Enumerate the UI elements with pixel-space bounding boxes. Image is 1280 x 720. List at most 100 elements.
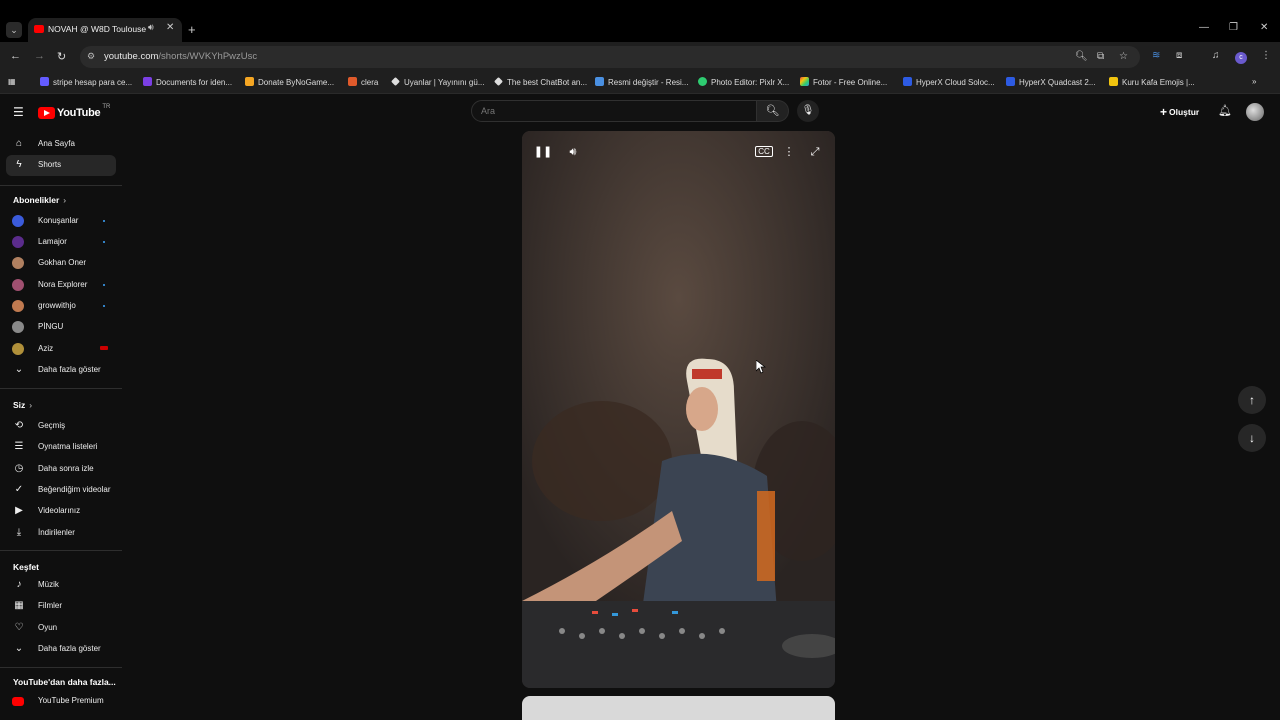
url-text[interactable]: youtube.com/shorts/WVKYhPwzUsc	[104, 51, 257, 62]
more-options-button[interactable]: ⋮	[776, 143, 802, 161]
sidebar-item-label: İndirilenler	[38, 528, 75, 537]
menu-icon[interactable]: ☰	[13, 105, 24, 119]
you-heading[interactable]: Siz ›	[13, 400, 32, 410]
voice-search-button[interactable]: 🎙︎	[797, 100, 819, 122]
sidebar-item-watch-later[interactable]: ◷ Daha sonra izle	[6, 459, 116, 480]
bookmark-favicon-icon	[1006, 77, 1015, 86]
gaming-icon: ♡	[14, 622, 24, 633]
explore-title: Keşfet	[13, 562, 39, 572]
speaker-icon[interactable]: 🔊︎	[148, 22, 154, 33]
bookmark-favicon-icon	[595, 77, 604, 86]
home-icon: ⌂	[15, 138, 23, 149]
bookmark-item[interactable]: Donate ByNoGame...	[245, 77, 334, 87]
mouse-cursor-icon	[756, 360, 766, 374]
bookmark-item[interactable]: HyperX Cloud Soloc...	[903, 77, 995, 87]
tab-search-icon[interactable]: ⌄	[6, 22, 22, 38]
account-avatar[interactable]	[1246, 103, 1264, 121]
sidebar-item-downloads[interactable]: ⤓ İndirilenler	[6, 523, 116, 544]
sidebar-item-subscription[interactable]: growwithjo	[6, 296, 116, 317]
show-more-subscriptions[interactable]: ⌄ Daha fazla göster	[6, 360, 116, 381]
minimize-icon[interactable]: —	[1199, 22, 1209, 33]
bookmark-item[interactable]: stripe hesap para ce...	[40, 77, 132, 87]
show-more-explore[interactable]: ⌄ Daha fazla göster	[6, 639, 116, 660]
bookmark-favicon-icon	[143, 77, 152, 86]
sidebar-item-subscription[interactable]: Nora Explorer	[6, 275, 116, 296]
sidebar: ⌂ Ana Sayfa ϟ Shorts Abonelikler › Konuşa…	[0, 130, 122, 720]
pause-button[interactable]: ❚❚	[530, 143, 556, 161]
bookmark-item[interactable]: HyperX Quadcast 2...	[1006, 77, 1095, 87]
show-more-label: Daha fazla göster	[38, 365, 101, 374]
bookmark-item[interactable]: Documents for iden...	[143, 77, 232, 87]
reload-icon[interactable]: ↻	[57, 50, 66, 63]
forward-icon[interactable]: →	[34, 50, 45, 62]
zoom-icon[interactable]: 🔍︎	[1075, 51, 1088, 62]
search-icon: 🔍︎	[765, 105, 780, 117]
youtube-logo[interactable]: YouTube TR	[38, 104, 110, 119]
restore-icon[interactable]: ❐	[1229, 22, 1238, 33]
address-bar[interactable]: ⚙ youtube.com/shorts/WVKYhPwzUsc 🔍︎ ⧉ ☆	[80, 46, 1140, 68]
sidebar-item-subscription[interactable]: Aziz	[6, 339, 116, 360]
sidebar-item-subscription[interactable]: Gokhan Oner	[6, 253, 116, 274]
bookmark-favicon-icon	[391, 77, 400, 86]
site-info-icon[interactable]: ⚙	[87, 51, 95, 62]
bookmark-item[interactable]: clera	[348, 77, 378, 87]
captions-icon: CC	[755, 146, 773, 157]
browser-tab-active[interactable]: NOVAH @ W8D Toulouse - 🔊︎ ✕	[28, 18, 182, 42]
extension-wave-icon[interactable]: ≋	[1152, 50, 1160, 61]
notifications-bell-icon[interactable]: 🔔︎	[1218, 104, 1232, 117]
bookmark-item[interactable]: Kuru Kafa Emojis |...	[1109, 77, 1195, 87]
create-button[interactable]: + Oluştur	[1160, 105, 1199, 119]
profile-avatar[interactable]: c	[1235, 52, 1247, 64]
search-input[interactable]	[481, 106, 741, 116]
sidebar-item-subscription[interactable]: Lamajor	[6, 232, 116, 253]
bookmark-item[interactable]: Uyanlar | Yayınını gü...	[391, 77, 485, 87]
sidebar-item-gaming[interactable]: ♡ Oyun	[6, 618, 116, 639]
search-button[interactable]: 🔍︎	[757, 100, 789, 122]
back-icon[interactable]: ←	[10, 50, 21, 62]
bookmark-item[interactable]: Fotor - Free Online...	[800, 77, 887, 87]
sidebar-item-music[interactable]: ♪ Müzik	[6, 575, 116, 596]
sidebar-item-label: Müzik	[38, 580, 59, 589]
bookmark-label: Uyanlar | Yayınını gü...	[404, 78, 485, 87]
sidebar-item-premium[interactable]: YouTube Premium	[6, 691, 116, 712]
sidebar-item-movies[interactable]: ▦ Filmler	[6, 596, 116, 617]
fullscreen-button[interactable]: ⤢	[802, 143, 828, 161]
sidebar-item-home[interactable]: ⌂ Ana Sayfa	[6, 134, 116, 155]
apps-grid-icon[interactable]: ▦	[8, 77, 16, 86]
youtube-header: ☰ YouTubeTR 🔍︎ 🎙︎ +Oluştur 🔔︎	[0, 95, 1280, 129]
install-app-icon[interactable]: ⧉	[1097, 51, 1104, 62]
chevron-right-icon: ›	[29, 400, 33, 410]
sidebar-item-history[interactable]: ⟲ Geçmiş	[6, 416, 116, 437]
bookmark-label: stripe hesap para ce...	[53, 78, 133, 87]
sidebar-item-subscription[interactable]: Konuşanlar	[6, 211, 116, 232]
captions-button[interactable]: CC	[751, 143, 777, 161]
previous-short-button[interactable]: ↑	[1238, 386, 1266, 414]
bookmark-item[interactable]: Photo Editor: Pixlr X...	[698, 77, 789, 87]
sidebar-item-your-videos[interactable]: ▶ Videolarınız	[6, 501, 116, 522]
subscriptions-heading[interactable]: Abonelikler ›	[13, 195, 66, 205]
bookmark-item[interactable]: The best ChatBot an...	[494, 77, 587, 87]
arrow-down-icon: ↓	[1249, 431, 1255, 445]
clock-icon: ◷	[14, 463, 24, 474]
bookmark-label: HyperX Cloud Soloc...	[916, 78, 995, 87]
search-box[interactable]	[471, 100, 757, 122]
extensions-puzzle-icon[interactable]: ⧈	[1176, 50, 1182, 61]
bookmark-item[interactable]: Resmi değiştir - Resi...	[595, 77, 688, 87]
more-bookmarks-icon[interactable]: »	[1252, 77, 1256, 86]
new-tab-button[interactable]: +	[188, 22, 196, 37]
sidebar-item-playlists[interactable]: ☰ Oynatma listeleri	[6, 437, 116, 458]
volume-button[interactable]: 🔊︎	[560, 143, 586, 161]
shorts-video-player[interactable]: ❚❚ 🔊︎ CC ⋮ ⤢	[522, 131, 835, 688]
sidebar-item-shorts[interactable]: ϟ Shorts	[6, 155, 116, 176]
sidebar-item-subscription[interactable]: PİNGU	[6, 317, 116, 338]
next-short-button[interactable]: ↓	[1238, 424, 1266, 452]
close-window-icon[interactable]: ✕	[1260, 22, 1268, 33]
close-tab-icon[interactable]: ✕	[166, 22, 174, 33]
browser-menu-icon[interactable]: ⋮	[1261, 50, 1271, 61]
media-control-icon[interactable]: ♫	[1212, 50, 1220, 61]
bookmark-star-icon[interactable]: ☆	[1119, 51, 1128, 62]
sidebar-item-liked-videos[interactable]: ✓ Beğendiğim videolar	[6, 480, 116, 501]
next-short-preview[interactable]	[522, 696, 835, 720]
shorts-icon: ϟ	[16, 159, 22, 170]
sidebar-divider	[0, 388, 122, 389]
